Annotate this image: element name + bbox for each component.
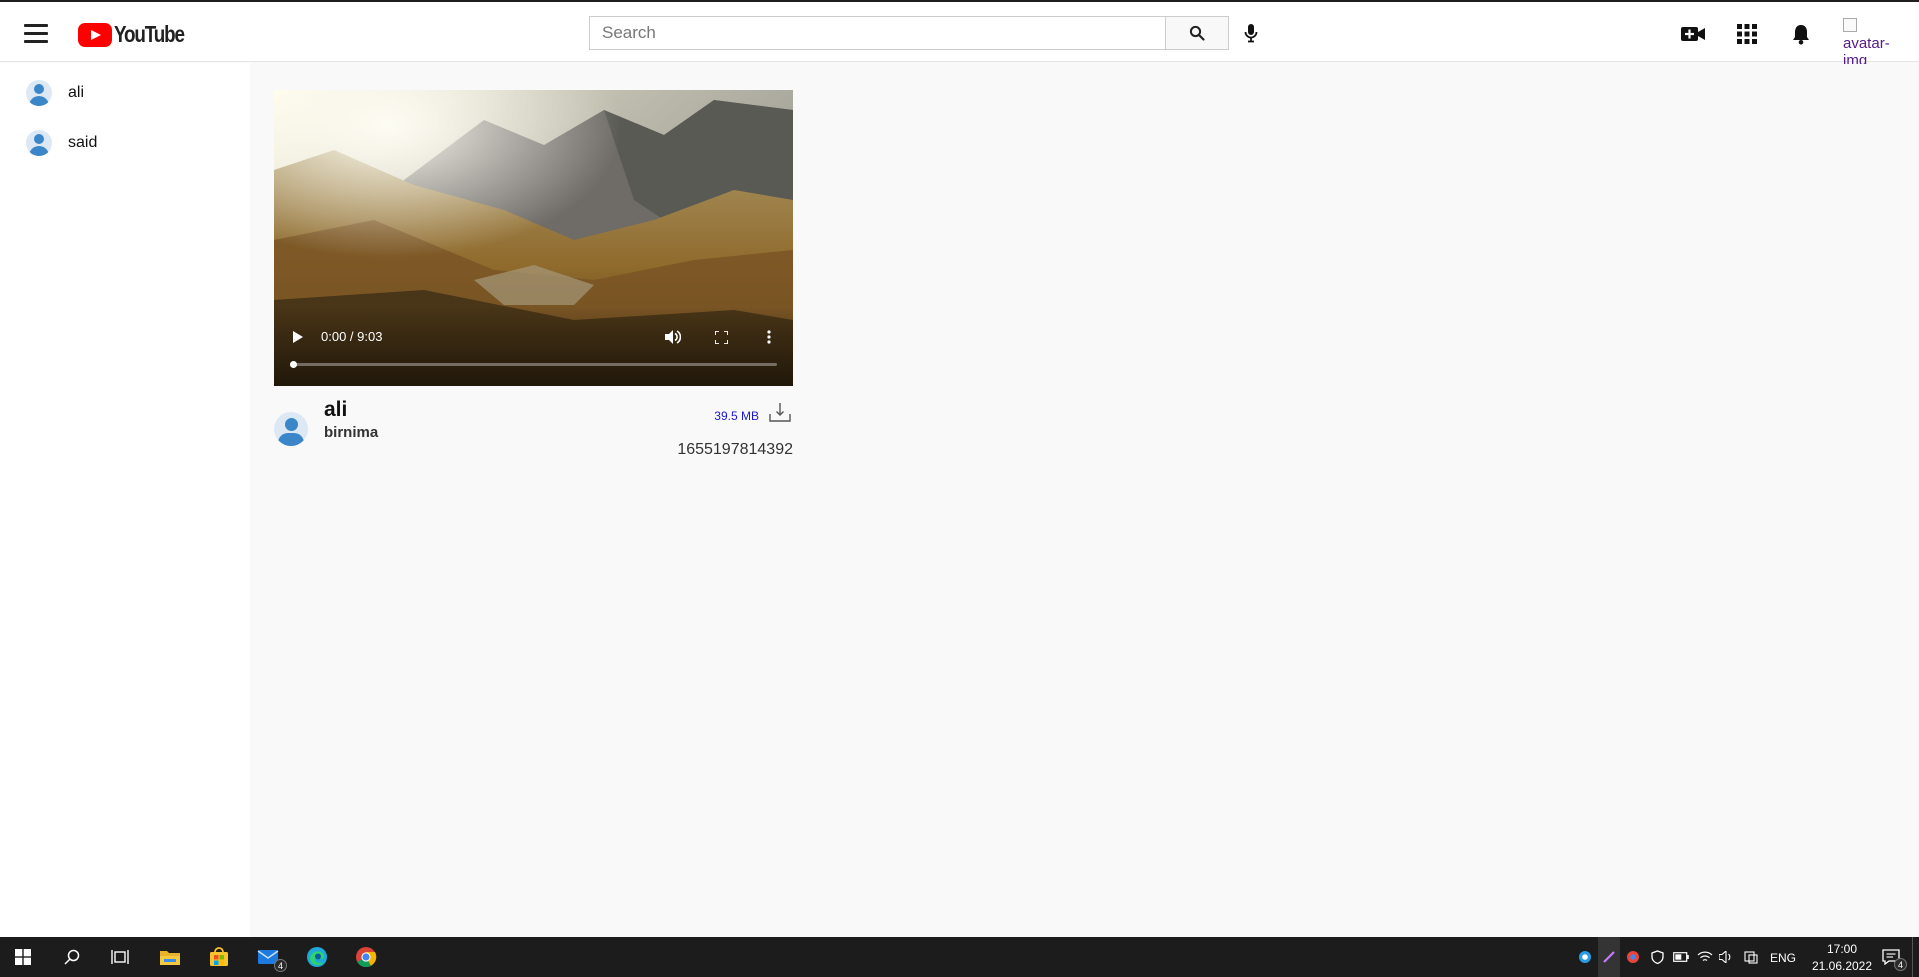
tray-wifi-icon[interactable] — [1694, 937, 1716, 977]
sidebar-item-label: ali — [68, 84, 85, 101]
file-explorer-icon[interactable] — [148, 937, 192, 977]
fullscreen-icon[interactable] — [710, 327, 732, 347]
sidebar-item-ali[interactable]: ali — [0, 70, 250, 116]
tray-app-icon[interactable] — [1574, 937, 1596, 977]
top-header: YouTube Search avatar-img — [0, 2, 1919, 64]
sidebar-item-label: said — [68, 134, 98, 151]
channel-name[interactable]: ali — [324, 398, 347, 422]
mail-icon[interactable]: 4 — [246, 937, 290, 977]
voice-search-button[interactable] — [1236, 18, 1266, 48]
person-icon — [26, 80, 52, 106]
store-icon[interactable] — [197, 937, 241, 977]
notifications-icon[interactable] — [1786, 19, 1816, 49]
video-time: 0:00 / 9:03 — [321, 329, 383, 344]
sidebar: ali said — [0, 63, 250, 937]
avatar[interactable]: avatar-img — [1843, 18, 1899, 64]
mic-icon — [1244, 24, 1258, 43]
windows-taskbar: 4 ENG 17:00 21.06.2022 4 — [0, 937, 1919, 977]
search-button[interactable] — [1165, 16, 1229, 50]
taskbar-search-icon[interactable] — [50, 937, 94, 977]
tray-language[interactable]: ENG — [1770, 951, 1796, 965]
search-icon — [1189, 25, 1205, 41]
notification-count-badge: 4 — [1894, 958, 1907, 971]
tray-battery-icon[interactable] — [1670, 937, 1692, 977]
video-card: 0:00 / 9:03 ali birnima 39.5 MB 16551978… — [274, 90, 793, 478]
apps-icon[interactable] — [1732, 19, 1762, 49]
tray-pen-icon[interactable] — [1598, 937, 1620, 977]
person-icon — [26, 130, 52, 156]
tray-clock-time[interactable]: 17:00 — [1820, 942, 1864, 956]
menu-icon[interactable] — [24, 18, 54, 48]
create-video-icon[interactable] — [1678, 19, 1708, 49]
logo-text: YouTube — [114, 21, 185, 47]
windows-start-icon[interactable] — [0, 937, 46, 977]
show-desktop-button[interactable] — [1912, 937, 1919, 977]
sidebar-item-said[interactable]: said — [0, 120, 250, 166]
video-meta: ali birnima 39.5 MB 1655197814392 — [274, 398, 793, 478]
tray-display-icon[interactable] — [1740, 937, 1762, 977]
video-player[interactable]: 0:00 / 9:03 — [274, 90, 793, 386]
progress-knob[interactable] — [290, 361, 297, 368]
channel-avatar-person-icon[interactable] — [274, 412, 308, 446]
search-input[interactable] — [589, 16, 1165, 50]
video-progress-bar[interactable] — [290, 361, 777, 368]
edge-icon[interactable] — [295, 937, 339, 977]
play-icon[interactable] — [288, 328, 308, 346]
youtube-logo[interactable]: YouTube — [78, 21, 199, 48]
file-size: 39.5 MB — [714, 409, 759, 423]
video-description: birnima — [324, 424, 379, 441]
chrome-icon[interactable] — [344, 937, 388, 977]
avatar-alt-text: avatar-img — [1843, 35, 1890, 64]
task-view-icon[interactable] — [98, 937, 142, 977]
mail-badge: 4 — [274, 959, 287, 972]
upload-timestamp: 1655197814392 — [677, 441, 793, 458]
more-vert-icon[interactable] — [758, 327, 780, 347]
tray-security-icon[interactable] — [1646, 937, 1668, 977]
tray-clock-date[interactable]: 21.06.2022 — [1806, 959, 1878, 973]
tray-volume-icon[interactable] — [1716, 937, 1738, 977]
download-icon[interactable] — [767, 402, 793, 424]
volume-icon[interactable] — [662, 327, 684, 347]
notification-center-icon[interactable]: 4 — [1876, 937, 1907, 977]
youtube-play-logo-icon — [78, 22, 112, 47]
tray-chrome-icon[interactable] — [1622, 937, 1644, 977]
